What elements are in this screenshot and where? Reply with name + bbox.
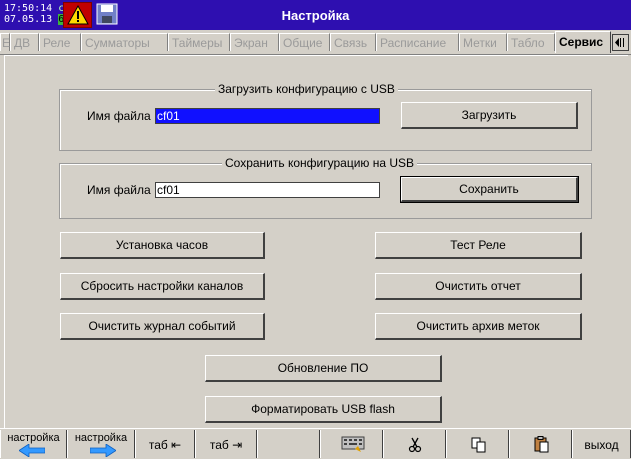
tab-service[interactable]: Сервис <box>555 31 611 53</box>
format-usb-button[interactable]: Форматировать USB flash <box>205 396 442 423</box>
set-clock-button[interactable]: Установка часов <box>60 232 265 259</box>
load-file-label: Имя файла <box>87 109 151 123</box>
keyboard-button[interactable] <box>320 430 383 458</box>
tab-strip: Е ДВ Реле Сумматоры Таймеры Экран Общие … <box>0 30 631 55</box>
paste-button[interactable] <box>509 430 572 458</box>
paste-icon <box>534 436 549 453</box>
keyboard-icon <box>341 436 365 452</box>
tab-forward-label: таб ⇥ <box>209 438 243 452</box>
cut-button[interactable] <box>383 430 446 458</box>
settings-prev-button[interactable]: настройка <box>0 430 67 458</box>
scroll-arrows-icon <box>615 38 624 47</box>
clear-event-log-button[interactable]: Очистить журнал событий <box>60 313 265 340</box>
tab-screen[interactable]: Экран <box>230 33 279 51</box>
tab-e[interactable]: Е <box>0 33 10 51</box>
save-file-label: Имя файла <box>87 183 151 197</box>
bottom-toolbar: настройка настройка таб ⇤ таб ⇥ выход <box>0 428 631 459</box>
save-button[interactable]: Сохранить <box>400 176 579 203</box>
scissors-icon <box>408 437 422 453</box>
load-file-input[interactable] <box>155 108 380 124</box>
exit-button[interactable]: выход <box>572 430 631 458</box>
tab-relay[interactable]: Реле <box>39 33 81 51</box>
tab-summators[interactable]: Сумматоры <box>81 33 168 51</box>
tab-general[interactable]: Общие <box>279 33 330 51</box>
settings-next-button[interactable]: настройка <box>67 430 135 458</box>
copy-icon <box>471 437 486 453</box>
tab-scroll-button[interactable] <box>612 34 629 51</box>
update-firmware-button[interactable]: Обновление ПО <box>205 355 442 382</box>
tab-display[interactable]: Табло <box>507 33 555 51</box>
clear-report-button[interactable]: Очистить отчет <box>375 273 582 300</box>
settings-prev-label: настройка <box>7 432 60 444</box>
settings-next-label: настройка <box>74 432 128 444</box>
arrow-left-icon <box>19 444 45 457</box>
tab-forward-button[interactable]: таб ⇥ <box>195 430 257 458</box>
save-file-input[interactable] <box>155 182 380 198</box>
empty-toolbar-slot <box>257 430 320 458</box>
copy-button[interactable] <box>446 430 509 458</box>
tab-timers[interactable]: Таймеры <box>168 33 230 51</box>
service-panel: Загрузить конфигурацию с USB Имя файла З… <box>4 55 628 428</box>
load-group-title: Загрузить конфигурацию с USB <box>215 82 398 96</box>
tab-marks[interactable]: Метки <box>459 33 507 51</box>
tab-link[interactable]: Связь <box>330 33 376 51</box>
window-title: Настройка <box>281 8 350 23</box>
tab-schedule[interactable]: Расписание <box>376 33 459 51</box>
save-group-title: Сохранить конфигурацию на USB <box>222 156 418 170</box>
tab-back-button[interactable]: таб ⇤ <box>135 430 195 458</box>
tab-back-label: таб ⇤ <box>148 438 182 452</box>
title-bar: 17:50:14 собт 07.05.13 69% Настройка <box>0 0 631 30</box>
arrow-right-icon <box>90 444 116 457</box>
load-button[interactable]: Загрузить <box>401 102 578 129</box>
save-config-group: Сохранить конфигурацию на USB Имя файла … <box>59 156 592 219</box>
test-relay-button[interactable]: Тест Реле <box>375 232 582 259</box>
clear-mark-archive-button[interactable]: Очистить архив меток <box>375 313 582 340</box>
tab-dv[interactable]: ДВ <box>10 33 39 51</box>
exit-label: выход <box>584 438 619 452</box>
load-config-group: Загрузить конфигурацию с USB Имя файла З… <box>59 82 592 151</box>
reset-channels-button[interactable]: Сбросить настройки каналов <box>60 273 265 300</box>
